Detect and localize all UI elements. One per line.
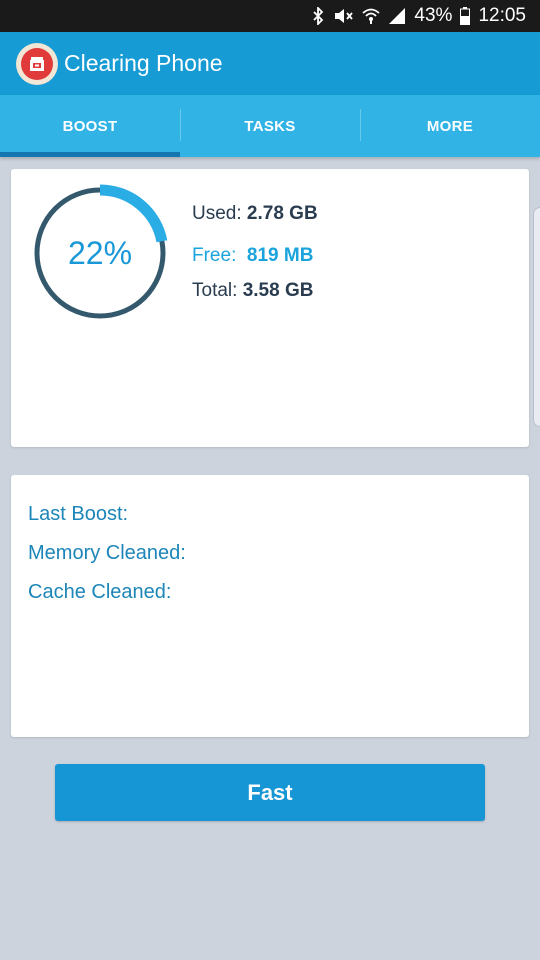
used-memory-row: Used: 2.78 GB <box>192 203 318 225</box>
next-card-peek[interactable] <box>533 207 540 427</box>
wifi-icon <box>362 7 381 25</box>
status-bar: 43% 12:05 <box>0 0 540 32</box>
tab-tasks[interactable]: TASKS <box>180 95 360 157</box>
free-memory-row: Free: 819 MB <box>192 245 313 267</box>
tab-more[interactable]: MORE <box>360 95 540 157</box>
free-label: Free: <box>192 245 237 266</box>
bluetooth-icon <box>312 7 324 25</box>
battery-percent: 43% <box>414 5 453 26</box>
total-label: Total: <box>192 280 238 301</box>
used-value: 2.78 GB <box>246 203 318 224</box>
app-bar: Clearing Phone <box>0 32 540 95</box>
cache-cleaned-label: Cache Cleaned: <box>28 581 172 603</box>
mute-icon <box>332 7 354 25</box>
memory-card: 22% Used: 2.78 GB Free: 819 MB Total: 3.… <box>11 169 529 447</box>
free-value: 819 MB <box>246 245 314 266</box>
battery-icon <box>460 7 471 25</box>
tab-bar: BOOST TASKS MORE <box>0 95 540 157</box>
status-icons: 43% 12:05 <box>312 0 526 32</box>
clock: 12:05 <box>478 5 526 26</box>
memory-usage-ring: 22% <box>30 183 170 323</box>
last-boost-label: Last Boost: <box>28 503 129 525</box>
memory-percent: 22% <box>67 234 133 271</box>
signal-icon <box>388 7 406 25</box>
app-logo-icon <box>16 43 58 85</box>
app-title: Clearing Phone <box>64 50 223 76</box>
fast-button[interactable]: Fast <box>55 764 485 821</box>
used-label: Used: <box>192 203 242 224</box>
tab-boost[interactable]: BOOST <box>0 95 180 157</box>
boost-stats-card: Last Boost: Memory Cleaned: Cache Cleane… <box>11 475 529 737</box>
total-memory-row: Total: 3.58 GB <box>192 280 313 302</box>
memory-cleaned-label: Memory Cleaned: <box>28 542 186 564</box>
total-value: 3.58 GB <box>242 280 314 301</box>
